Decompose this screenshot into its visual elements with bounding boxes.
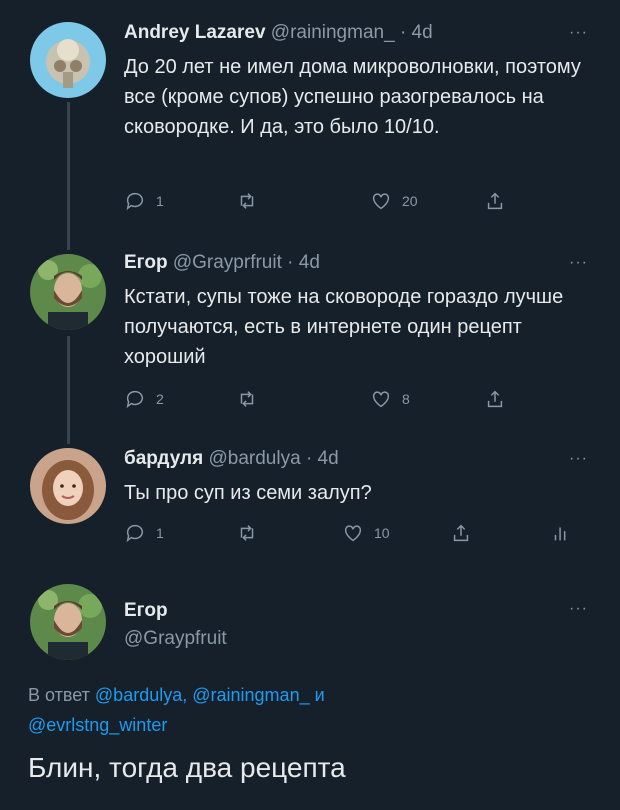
reply-button[interactable]: 1 [124, 190, 164, 212]
reply-count: 1 [156, 525, 164, 541]
tweet-text: Ты про суп из семи залуп? [124, 482, 372, 504]
reply-count: 2 [156, 391, 164, 407]
separator-dot: · [305, 448, 313, 469]
tweet-andrey[interactable]: Andrey Lazarev @rainingman_ · 4d ··· До … [0, 0, 620, 230]
retweet-button[interactable] [236, 190, 258, 212]
tweet-egor[interactable]: Егор @Grayprfruit · 4d ··· Кстати, супы … [0, 230, 620, 430]
share-icon [487, 390, 503, 408]
author-name[interactable]: Егор [124, 252, 168, 273]
like-button[interactable]: 10 [342, 522, 390, 544]
retweet-icon [240, 391, 254, 407]
retweet-button[interactable] [236, 522, 258, 544]
heart-icon [372, 193, 390, 210]
like-count: 10 [374, 525, 390, 541]
avatar[interactable] [30, 584, 106, 660]
author-handle[interactable]: @Graypfruit [124, 628, 227, 649]
retweet-icon [240, 525, 254, 541]
share-button[interactable] [484, 190, 506, 212]
reply-conjunction: и [314, 685, 325, 705]
heart-icon [344, 525, 362, 542]
reply-button[interactable]: 2 [124, 388, 164, 410]
tweet-bardulya[interactable]: бардуля @bardulya · 4d ··· Ты про суп из… [0, 430, 620, 570]
tweet-actions: 1 20 [124, 190, 564, 216]
author-handle[interactable]: @Grayprfruit [173, 252, 282, 273]
author-name[interactable]: Andrey Lazarev [124, 22, 266, 43]
reply-button[interactable]: 1 [124, 522, 164, 544]
tweet-time[interactable]: 4d [412, 22, 433, 43]
share-icon [453, 524, 469, 542]
share-button[interactable] [450, 522, 472, 544]
analytics-button[interactable] [550, 522, 572, 544]
reply-count: 1 [156, 193, 164, 209]
reply-context: В ответ @bardulya, @rainingman_ и @evrls… [28, 680, 588, 740]
mention-link[interactable]: @rainingman_ [192, 685, 309, 705]
analytics-icon [554, 527, 566, 541]
reply-icon [126, 524, 144, 543]
mention-link[interactable]: @evrlstng_winter [28, 715, 167, 735]
more-options-button[interactable]: ··· [569, 600, 588, 618]
avatar[interactable] [30, 254, 106, 330]
separator-dot: · [287, 252, 294, 273]
retweet-icon [240, 193, 254, 209]
avatar[interactable] [30, 22, 106, 98]
more-options-button[interactable]: ··· [569, 24, 588, 42]
author-name[interactable]: Егор [124, 600, 168, 621]
author-name[interactable]: бардуля [124, 448, 203, 469]
retweet-button[interactable] [236, 388, 258, 410]
reply-icon [126, 192, 144, 211]
tweet-text: Кстати, супы тоже на сковороде гораздо л… [124, 286, 564, 368]
author-handle[interactable]: @bardulya [208, 448, 300, 469]
reply-icon [126, 390, 144, 409]
share-button[interactable] [484, 388, 506, 410]
like-count: 20 [402, 193, 418, 209]
like-button[interactable]: 8 [370, 388, 410, 410]
tweet-time[interactable]: 4d [299, 252, 320, 273]
like-count: 8 [402, 391, 410, 407]
heart-icon [372, 391, 390, 408]
tweet-time[interactable]: 4d [318, 448, 339, 469]
share-icon [487, 192, 503, 210]
main-tweet-text: Блин, тогда два рецепта [28, 752, 346, 783]
more-options-button[interactable]: ··· [569, 254, 588, 272]
tweet-text: До 20 лет не имел дома микроволновки, по… [124, 56, 581, 138]
avatar[interactable] [30, 448, 106, 524]
tweet-actions: 2 8 [124, 388, 564, 414]
author-handle[interactable]: @rainingman_ [271, 22, 395, 43]
tweet-actions: 1 10 [124, 522, 566, 548]
separator-dot: · [399, 22, 407, 43]
mention-link[interactable]: @bardulya, [95, 685, 187, 705]
more-options-button[interactable]: ··· [569, 450, 588, 468]
reply-prefix: В ответ [28, 685, 90, 705]
like-button[interactable]: 20 [370, 190, 418, 212]
